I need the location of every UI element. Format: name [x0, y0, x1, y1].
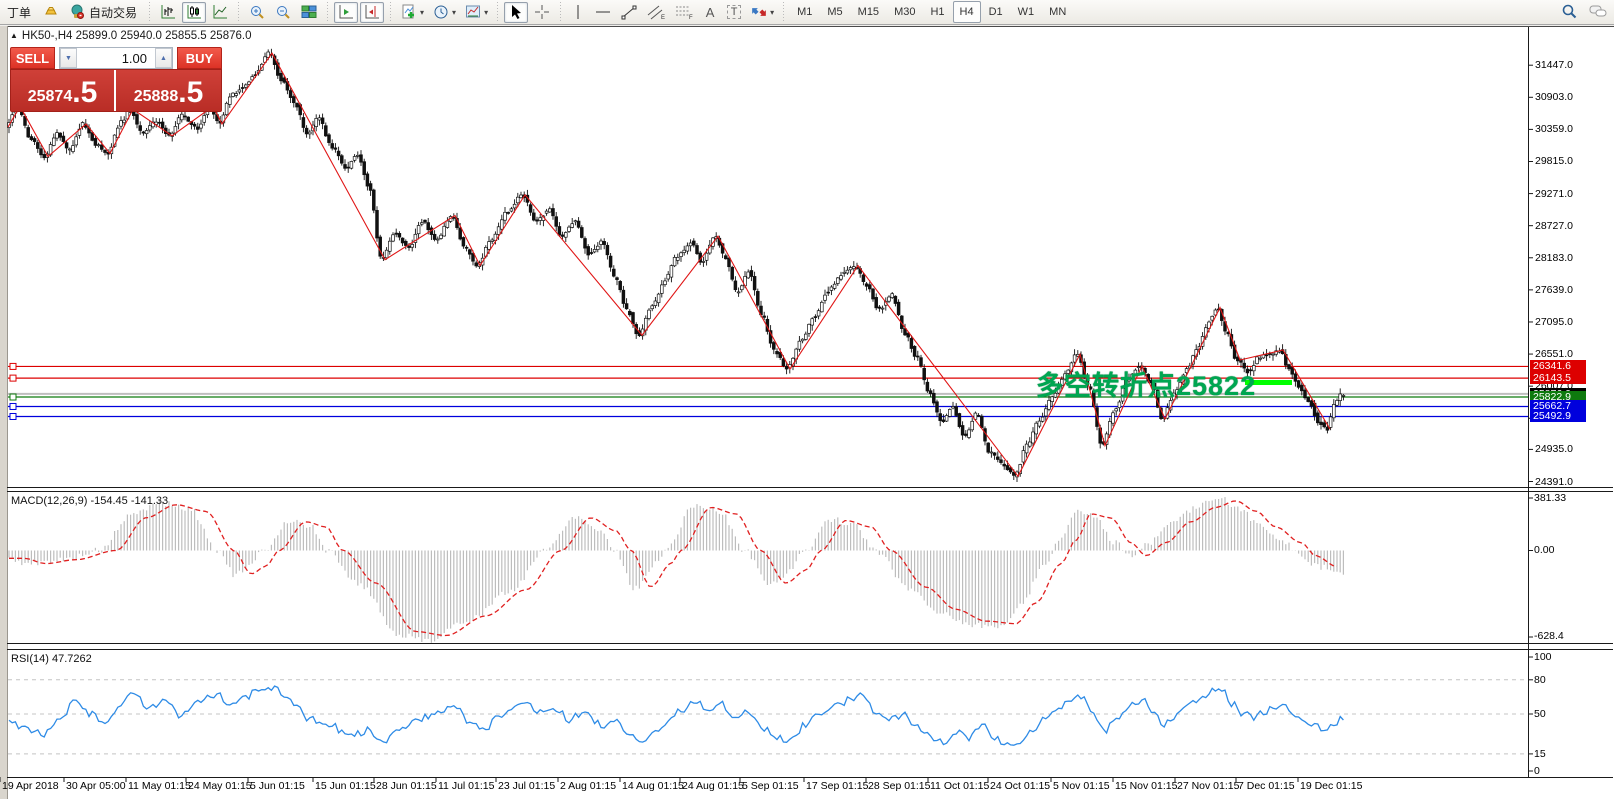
- bid-price[interactable]: 25874.5: [11, 70, 116, 111]
- fibonacci-icon[interactable]: F: [671, 2, 697, 23]
- timeframe-button-m15[interactable]: M15: [851, 1, 886, 23]
- toolbar-right-icons: [1560, 2, 1608, 20]
- autoscroll-icon[interactable]: [334, 2, 358, 23]
- dropdown-caret-icon: ▾: [420, 8, 424, 17]
- indicators-button[interactable]: ▾: [397, 2, 427, 23]
- templates-button[interactable]: ▾: [461, 2, 491, 23]
- hline-handle[interactable]: [10, 403, 16, 409]
- dropdown-caret-icon: ▾: [770, 8, 774, 17]
- toolbar-separator: [236, 2, 241, 22]
- tile-windows-icon[interactable]: [297, 2, 321, 23]
- text-tool-icon: A: [706, 5, 715, 20]
- chart-shift-icon[interactable]: [360, 2, 384, 23]
- timeframe-button-d1[interactable]: D1: [982, 1, 1010, 23]
- periods-clock-icon: [432, 3, 450, 21]
- label-tool-button[interactable]: T: [723, 2, 745, 23]
- toolbar-separator: [495, 2, 500, 22]
- hline-handle[interactable]: [10, 363, 16, 369]
- autotrading-button[interactable]: 自动交易: [65, 2, 143, 23]
- autotrading-label: 自动交易: [86, 4, 140, 21]
- new-order-button[interactable]: 丁单: [1, 2, 37, 23]
- timeframe-toolbar: M1M5M15M30H1H4D1W1MN: [790, 1, 1073, 23]
- arrows-icon: [750, 3, 768, 21]
- bar-chart-icon[interactable]: [156, 2, 180, 23]
- svg-text:F: F: [689, 15, 693, 21]
- volume-spinner: ▼ 1.00 ▲: [59, 47, 173, 69]
- horizontal-line-icon[interactable]: [591, 2, 615, 23]
- macd-signal-line[interactable]: [9, 501, 1337, 636]
- timeframe-button-h4[interactable]: H4: [953, 1, 981, 23]
- one-click-trading-panel: SELL ▼ 1.00 ▲ BUY 25874.5 25888.5: [10, 47, 222, 112]
- crosshair-icon[interactable]: [530, 2, 554, 23]
- rsi-line[interactable]: [9, 686, 1343, 745]
- toolbar-separator: [388, 2, 393, 22]
- text-tool-button[interactable]: A: [699, 2, 721, 23]
- cursor-icon[interactable]: [504, 2, 528, 23]
- toolbar-separator: [325, 2, 330, 22]
- ask-price[interactable]: 25888.5: [116, 70, 221, 111]
- arrows-button[interactable]: ▾: [747, 2, 777, 23]
- timeframe-button-w1[interactable]: W1: [1011, 1, 1042, 23]
- hline-handle[interactable]: [10, 413, 16, 419]
- autotrading-icon: [68, 3, 86, 21]
- line-chart-icon[interactable]: [208, 2, 232, 23]
- search-icon[interactable]: [1560, 2, 1578, 20]
- vertical-line-icon[interactable]: [567, 2, 589, 23]
- timeframe-button-m5[interactable]: M5: [820, 1, 849, 23]
- dropdown-caret-icon: ▾: [452, 8, 456, 17]
- chart-canvas[interactable]: [0, 0, 1614, 799]
- trendline-icon[interactable]: [617, 2, 641, 23]
- dropdown-caret-icon: ▾: [484, 8, 488, 17]
- channel-icon[interactable]: E: [643, 2, 669, 23]
- sell-button[interactable]: SELL: [10, 47, 55, 69]
- volume-increase-button[interactable]: ▲: [155, 48, 172, 68]
- buy-button[interactable]: BUY: [177, 47, 222, 69]
- macd-histogram[interactable]: [9, 497, 1343, 643]
- label-tool-icon: T: [727, 5, 742, 19]
- periods-button[interactable]: ▾: [429, 2, 459, 23]
- volume-decrease-button[interactable]: ▼: [60, 48, 77, 68]
- gold-ingot-icon[interactable]: [39, 2, 63, 23]
- new-order-label: 丁单: [4, 4, 34, 21]
- volume-input[interactable]: 1.00: [77, 48, 155, 68]
- timeframe-button-mn[interactable]: MN: [1042, 1, 1073, 23]
- candlestick-chart-icon[interactable]: [182, 2, 206, 23]
- hline-handle[interactable]: [10, 394, 16, 400]
- zoom-out-icon[interactable]: [271, 2, 295, 23]
- chat-icon[interactable]: [1588, 2, 1608, 20]
- timeframe-button-m1[interactable]: M1: [790, 1, 819, 23]
- bid-ask-display[interactable]: 25874.5 25888.5: [10, 69, 222, 112]
- top-toolbar: 丁单 自动交易 ▾ ▾ ▾: [0, 0, 1614, 25]
- timeframe-button-h1[interactable]: H1: [923, 1, 951, 23]
- svg-text:E: E: [661, 15, 665, 21]
- toolbar-separator: [147, 2, 152, 22]
- timeframe-button-m30[interactable]: M30: [887, 1, 922, 23]
- templates-icon: [464, 3, 482, 21]
- toolbar-separator: [558, 2, 563, 22]
- hline-handle[interactable]: [10, 375, 16, 381]
- indicators-icon: [400, 3, 418, 21]
- zoom-in-icon[interactable]: [245, 2, 269, 23]
- zigzag-indicator-line[interactable]: [8, 53, 1330, 476]
- toolbar-separator: [781, 2, 786, 22]
